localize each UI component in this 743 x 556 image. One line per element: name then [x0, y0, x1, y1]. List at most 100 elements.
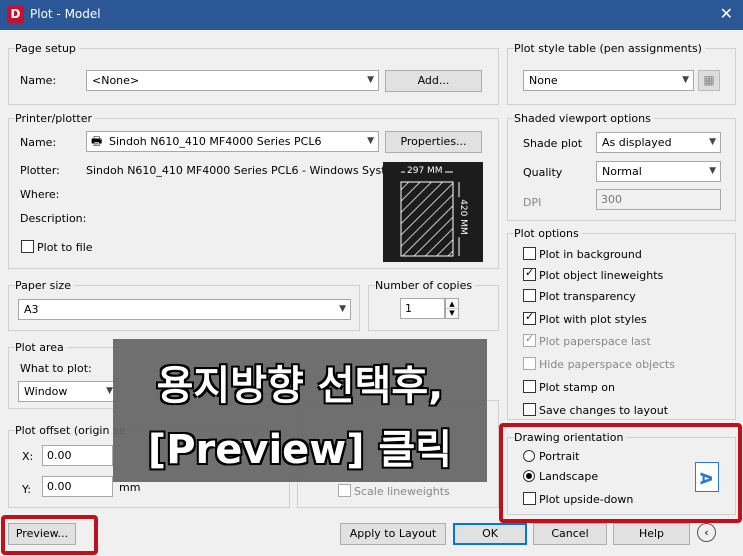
quality-select[interactable]: Normal ▼	[596, 161, 721, 182]
apply-to-layout-button[interactable]: Apply to Layout	[340, 523, 446, 545]
checkbox-box	[523, 380, 536, 393]
plot-lineweights-checkbox[interactable]: Plot object lineweights	[523, 266, 664, 282]
checkbox-box	[338, 484, 351, 497]
plot-to-file-checkbox[interactable]: Plot to file	[21, 240, 93, 254]
offset-y-input[interactable]: 0.00	[42, 476, 113, 497]
dpi-input[interactable]: 300	[596, 189, 721, 210]
paperspace-last-label: Plot paperspace last	[539, 335, 651, 348]
style-table-value: None	[529, 74, 558, 87]
app-icon: D	[7, 6, 24, 23]
style-table-select[interactable]: None ▼	[523, 70, 694, 91]
checkbox-box	[523, 403, 536, 416]
chevron-down-icon: ▼	[709, 137, 716, 147]
add-button[interactable]: Add...	[385, 70, 482, 92]
save-changes-label: Save changes to layout	[539, 404, 669, 417]
plotter-value: Sindoh N610_410 MF4000 Series PCL6 - Win…	[86, 164, 403, 177]
help-button[interactable]: Help	[613, 523, 690, 545]
plot-styles-label: Plot with plot styles	[539, 313, 647, 326]
chevron-down-icon: ▼	[709, 166, 716, 176]
paper-preview-drawing	[400, 171, 460, 257]
plot-offset-label: Plot offset (origin se	[15, 424, 129, 437]
preview-highlight	[1, 515, 98, 555]
window-title: Plot - Model	[30, 7, 101, 21]
paper-size-select[interactable]: A3 ▼	[18, 299, 351, 320]
stepper-up-icon[interactable]: ▲	[446, 299, 458, 309]
collapse-icon[interactable]: ‹	[697, 523, 716, 542]
page-setup-name-label: Name:	[20, 74, 57, 87]
style-table-label: Plot style table (pen assignments)	[514, 42, 705, 55]
paperspace-last-checkbox[interactable]: Plot paperspace last	[523, 332, 651, 348]
shade-plot-value: As displayed	[602, 136, 672, 149]
dpi-label: DPI	[523, 196, 542, 209]
shaded-label: Shaded viewport options	[514, 112, 654, 125]
orientation-highlight	[499, 423, 742, 523]
checkbox-box	[523, 332, 536, 347]
scale-lineweights-label: Scale lineweights	[354, 485, 450, 498]
plot-to-file-label: Plot to file	[37, 241, 93, 254]
plot-transparency-label: Plot transparency	[539, 290, 636, 303]
description-label: Description:	[20, 212, 87, 225]
close-icon[interactable]: ✕	[720, 4, 733, 23]
paper-preview: 297 MM 420 MM	[383, 162, 483, 262]
plot-stamp-checkbox[interactable]: Plot stamp on	[523, 380, 615, 394]
save-changes-checkbox[interactable]: Save changes to layout	[523, 403, 668, 417]
properties-button[interactable]: Properties...	[385, 131, 482, 153]
where-label: Where:	[20, 188, 60, 201]
copies-stepper[interactable]: ▲ ▼	[445, 298, 459, 319]
offset-y-label: Y:	[22, 483, 31, 496]
printer-name-select[interactable]: 🖶 Sindoh N610_410 MF4000 Series PCL6 ▼	[86, 131, 379, 152]
plotter-label: Plotter:	[20, 164, 60, 177]
chevron-down-icon: ▼	[339, 304, 346, 314]
offset-x-label: X:	[22, 450, 34, 463]
cancel-button[interactable]: Cancel	[533, 523, 607, 545]
checkbox-box	[523, 310, 536, 325]
paper-size-value: A3	[24, 303, 39, 316]
page-setup-name-value: <None>	[92, 74, 140, 87]
checkbox-box	[523, 266, 536, 281]
printer-icon: 🖶	[91, 134, 103, 148]
copies-input[interactable]: 1	[400, 298, 445, 319]
hide-paperspace-label: Hide paperspace objects	[539, 358, 675, 371]
plot-options-label: Plot options	[514, 227, 582, 240]
quality-label: Quality	[523, 166, 563, 179]
scale-lineweights-checkbox[interactable]: Scale lineweights	[338, 484, 450, 498]
checkbox-box	[523, 247, 536, 260]
chevron-down-icon: ▼	[367, 75, 374, 85]
hide-paperspace-checkbox[interactable]: Hide paperspace objects	[523, 357, 675, 371]
paper-size-label: Paper size	[15, 279, 74, 292]
paper-height-label: 420 MM	[457, 197, 468, 237]
plot-stamp-label: Plot stamp on	[539, 381, 615, 394]
chevron-down-icon: ▼	[367, 136, 374, 146]
quality-value: Normal	[602, 165, 642, 178]
what-to-plot-value: Window	[24, 385, 68, 398]
edit-style-table-icon[interactable]: ▦	[698, 70, 720, 91]
plot-styles-checkbox[interactable]: Plot with plot styles	[523, 310, 647, 326]
shade-plot-select[interactable]: As displayed ▼	[596, 132, 721, 153]
ok-button[interactable]: OK	[453, 523, 527, 545]
title-bar: D Plot - Model ✕	[0, 0, 743, 30]
printer-name-value: Sindoh N610_410 MF4000 Series PCL6	[109, 135, 322, 148]
instruction-overlay: 용지방향 선택후, [Preview] 클릭	[113, 339, 487, 482]
offset-x-input[interactable]: 0.00	[42, 445, 113, 466]
stepper-down-icon[interactable]: ▼	[446, 309, 458, 318]
checkbox-box	[523, 357, 536, 370]
offset-unit-label: mm	[119, 481, 141, 494]
plot-transparency-checkbox[interactable]: Plot transparency	[523, 289, 636, 303]
instruction-line-2: [Preview] 클릭	[147, 427, 453, 473]
chevron-down-icon: ▼	[682, 75, 689, 85]
paper-width-label: 297 MM	[405, 166, 445, 176]
plot-in-background-label: Plot in background	[539, 248, 642, 261]
plot-in-background-checkbox[interactable]: Plot in background	[523, 247, 642, 261]
instruction-line-1: 용지방향 선택후,	[156, 363, 444, 409]
printer-name-label: Name:	[20, 136, 57, 149]
shade-plot-label: Shade plot	[523, 137, 583, 150]
checkbox-box	[523, 289, 536, 302]
chevron-down-icon: ▼	[106, 386, 113, 396]
what-to-plot-select[interactable]: Window ▼	[18, 381, 118, 402]
page-setup-label: Page setup	[15, 42, 79, 55]
copies-label: Number of copies	[375, 279, 476, 292]
plot-lineweights-label: Plot object lineweights	[539, 269, 664, 282]
page-setup-name-select[interactable]: <None> ▼	[86, 70, 379, 91]
what-to-plot-label: What to plot:	[20, 362, 92, 375]
checkbox-box	[21, 240, 34, 253]
